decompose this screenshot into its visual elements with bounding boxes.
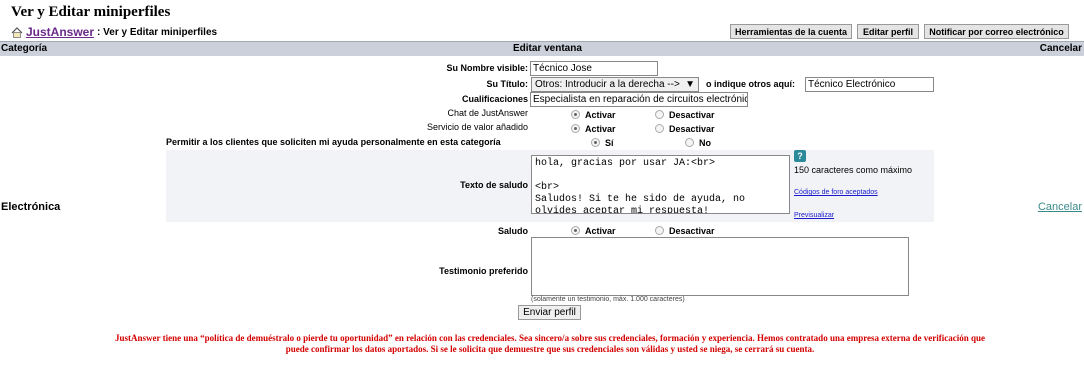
chat-activate-radio[interactable] (571, 110, 580, 119)
preview-link[interactable]: Previsualizar (794, 212, 834, 219)
cancel-header: Cancelar (1039, 43, 1082, 54)
qualifications-label: Cualificaciones (461, 94, 528, 104)
greeting-textarea[interactable]: hola, gracias por usar JA:<br> <br> Salu… (531, 155, 790, 214)
testimonial-textarea[interactable] (531, 237, 909, 296)
testimonial-note: (solamente un testimonio, máx. 1.000 car… (531, 296, 685, 303)
title-select[interactable]: Otros: Introducir a la derecha --> ▼ (531, 77, 699, 92)
warning-line-2: puede confirmar los datos aportados. Si … (285, 344, 815, 354)
page-title: Ver y Editar miniperfiles (11, 4, 171, 20)
home-icon (11, 26, 23, 38)
category-name: Electrónica (1, 201, 61, 213)
value-service-activate-label: Activar (585, 124, 616, 134)
allow-yes-label: Sí (605, 138, 614, 148)
credentials-warning: JustAnswer tiene una “política de demués… (20, 333, 1080, 355)
edit-profile-button[interactable]: Editar perfil (857, 24, 919, 39)
value-service-deactivate-radio[interactable] (655, 124, 664, 133)
allow-requests-label: Permitir a los clientes que soliciten mi… (166, 137, 501, 147)
cancel-link[interactable]: Cancelar (1038, 201, 1082, 213)
value-service-activate-radio[interactable] (571, 124, 580, 133)
testimonial-label: Testimonio preferido (439, 266, 528, 276)
chat-deactivate-radio[interactable] (655, 110, 664, 119)
breadcrumb-current: : Ver y Editar miniperfiles (97, 26, 218, 38)
value-service-deactivate-label: Desactivar (669, 124, 715, 134)
chat-deactivate-label: Desactivar (669, 110, 715, 120)
max-chars-note: 150 caracteres como máximo (794, 165, 913, 175)
warning-line-1: JustAnswer tiene una “política de demués… (114, 333, 986, 343)
greeting-activate-radio[interactable] (571, 226, 580, 235)
edit-window-header: Editar ventana (513, 43, 582, 54)
title-other-input[interactable]: Técnico Electrónico (805, 77, 934, 92)
chat-activate-label: Activar (585, 110, 616, 120)
table-header: Categoría Editar ventana Cancelar (0, 41, 1084, 56)
category-header: Categoría (1, 43, 48, 54)
greeting-label: Saludo (497, 226, 528, 236)
greeting-deactivate-label: Desactivar (669, 226, 715, 236)
qualifications-input[interactable]: Especialista en reparación de circuitos … (530, 92, 748, 107)
breadcrumb: JustAnswer : Ver y Editar miniperfiles (11, 25, 217, 39)
greeting-activate-label: Activar (585, 226, 616, 236)
greeting-text-label: Texto de saludo (460, 180, 528, 190)
value-service-label: Servicio de valor añadido (426, 122, 528, 132)
breadcrumb-justanswer-link[interactable]: JustAnswer (26, 25, 94, 39)
title-select-value: Otros: Introducir a la derecha --> (535, 79, 680, 90)
chevron-down-icon: ▼ (685, 79, 695, 90)
allow-no-label: No (699, 138, 711, 148)
help-icon[interactable]: ? (794, 150, 806, 162)
title-label: Su Título: (486, 79, 529, 89)
account-tools-button[interactable]: Herramientas de la cuenta (730, 24, 852, 39)
allow-no-radio[interactable] (685, 138, 694, 147)
visible-name-input[interactable]: Técnico Jose (530, 61, 658, 76)
email-notify-button[interactable]: Notificar por correo electrónico (924, 24, 1069, 39)
chat-label: Chat de JustAnswer (447, 108, 528, 118)
visible-name-label: Su Nombre visible: (446, 63, 528, 73)
allow-yes-radio[interactable] (591, 138, 600, 147)
greeting-deactivate-radio[interactable] (655, 226, 664, 235)
forum-codes-link[interactable]: Códigos de foro aceptados (794, 189, 878, 196)
submit-profile-button[interactable]: Enviar perfil (518, 305, 581, 320)
title-other-label: o indique otros aquí: (706, 79, 795, 89)
